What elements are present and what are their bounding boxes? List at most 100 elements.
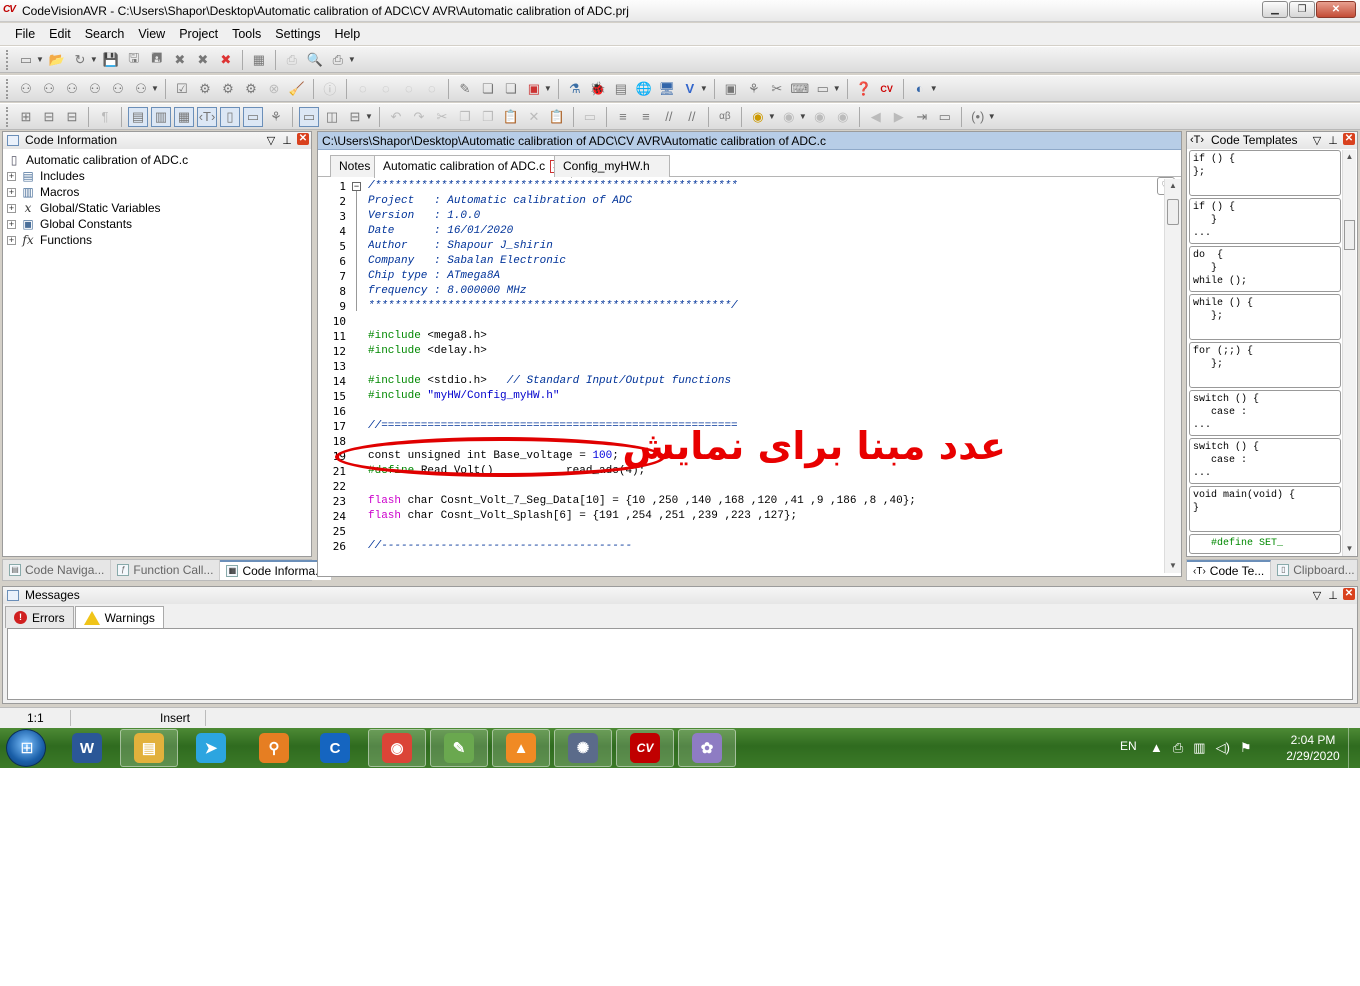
tab-main-c[interactable]: Automatic calibration of ADC.c✕ [374, 155, 573, 178]
replace-icon[interactable]: ⚇ [108, 79, 128, 99]
minimize-button[interactable]: ▁ [1262, 1, 1288, 18]
close-project-icon[interactable]: ✖ [216, 50, 236, 70]
debug3-icon[interactable]: ◌ [399, 79, 419, 99]
pilcrow-icon[interactable]: ¶ [95, 107, 115, 127]
messages-list[interactable] [7, 628, 1353, 700]
chip-icon[interactable]: ▤ [611, 79, 631, 99]
taskbar-app-telegram[interactable]: ➤ [182, 729, 240, 767]
page-setup-icon[interactable]: 🔍 [305, 50, 325, 70]
menu-project[interactable]: Project [172, 27, 225, 41]
panel-menu-icon[interactable]: ▽ [1311, 588, 1323, 605]
scroll-down-icon[interactable]: ▼ [1165, 559, 1181, 573]
tab-notes[interactable]: Notes [330, 155, 380, 177]
messages-toggle-icon[interactable]: ▭ [243, 106, 263, 127]
taskbar-app-greenshot[interactable]: ✎ [430, 729, 488, 767]
codewizard-icon[interactable]: ⚗ [565, 79, 585, 99]
clock[interactable]: 2:04 PM 2/29/2020 [1278, 732, 1348, 764]
paste-icon[interactable]: 📋 [501, 107, 521, 127]
expand-icon[interactable]: + [7, 187, 16, 197]
stop-icon[interactable]: ⊗ [264, 79, 284, 99]
new-file-icon[interactable]: ▭ [16, 50, 36, 70]
tree-item-constants[interactable]: + ▣ Global Constants [7, 216, 188, 232]
menu-tools[interactable]: Tools [225, 27, 268, 41]
tree-item-macros[interactable]: + ▥ Macros [7, 184, 188, 200]
split-vertical-icon[interactable]: ◫ [322, 107, 342, 127]
editor-scrollbar[interactable]: ▲ ▼ [1164, 179, 1181, 573]
paste-special-icon[interactable]: 📋 [547, 107, 567, 127]
tab-warnings[interactable]: Warnings [74, 606, 164, 628]
code-info-toggle-icon[interactable]: ▦ [174, 106, 194, 127]
taskbar-app-explorer[interactable]: ▤ [120, 729, 178, 767]
print-preview-icon[interactable]: ⎙ [282, 50, 302, 70]
case-icon[interactable]: αβ [715, 107, 735, 127]
save-all-icon[interactable]: 🖪 [147, 50, 167, 70]
goto-line-icon[interactable]: ▭ [935, 107, 955, 127]
nav-forward-icon[interactable]: ▶ [889, 107, 909, 127]
visual-icon[interactable]: V [680, 79, 700, 99]
template-item[interactable]: for (;;) { }; [1189, 342, 1341, 388]
clipboard-toggle-icon[interactable]: ▯ [220, 106, 240, 127]
pin-icon[interactable]: ⊥ [281, 133, 293, 150]
clean-icon[interactable]: 🧹 [287, 79, 307, 99]
save-as-icon[interactable]: 🖫 [124, 50, 144, 70]
show-desktop-button[interactable] [1348, 728, 1360, 768]
scroll-up-icon[interactable]: ▲ [1165, 179, 1181, 193]
menu-file[interactable]: File [8, 27, 42, 41]
menu-edit[interactable]: Edit [42, 27, 78, 41]
menu-view[interactable]: View [131, 27, 172, 41]
debug4-icon[interactable]: ◌ [422, 79, 442, 99]
code-nav-toggle-icon[interactable]: ▤ [128, 106, 148, 127]
menu-help[interactable]: Help [327, 27, 367, 41]
collapse-all-icon[interactable]: ⊟ [62, 107, 82, 127]
nav-back-icon[interactable]: ◀ [866, 107, 886, 127]
copy2-icon[interactable]: ❐ [478, 107, 498, 127]
notes-icon[interactable]: ✎ [455, 79, 475, 99]
panel-close-icon[interactable]: ✕ [1343, 588, 1355, 600]
monitor-icon[interactable]: 🖥 [657, 79, 677, 99]
panel-close-icon[interactable]: ✕ [297, 133, 309, 145]
taskbar-app-search-tool[interactable]: ⚲ [245, 729, 303, 767]
find-next-icon[interactable]: ⚇ [39, 79, 59, 99]
function-call-toggle-icon[interactable]: ▥ [151, 106, 171, 127]
scroll-down-icon[interactable]: ▼ [1343, 542, 1356, 556]
tab-function-call[interactable]: ƒ Function Call... [111, 560, 221, 580]
pin-icon[interactable]: ⊥ [1327, 133, 1339, 150]
goto-icon[interactable]: ⇥ [912, 107, 932, 127]
close-button[interactable]: ✕ [1316, 1, 1356, 18]
bug-icon[interactable]: 🐞 [588, 79, 608, 99]
panel-menu-icon[interactable]: ▽ [1311, 133, 1323, 150]
taskbar-app-ccleaner[interactable]: C [306, 729, 364, 767]
comment-icon[interactable]: // [659, 107, 679, 127]
template-item[interactable]: #define SET_ [1189, 534, 1341, 554]
screen-icon[interactable]: ▭ [813, 79, 833, 99]
select-all-icon[interactable]: ▭ [580, 107, 600, 127]
bookmark-prev-icon[interactable]: ◉ [810, 107, 830, 127]
tray-expand-icon[interactable]: ▲ [1150, 740, 1163, 756]
split-horizontal-icon[interactable]: ⊟ [345, 107, 365, 127]
bookmark-next-icon[interactable]: ◉ [779, 107, 799, 127]
menu-search[interactable]: Search [78, 27, 132, 41]
pin-icon[interactable]: ⊥ [1327, 588, 1339, 605]
close-all-icon[interactable]: ✖ [193, 50, 213, 70]
configure-icon[interactable]: ▣ [524, 79, 544, 99]
panel-close-icon[interactable]: ✕ [1343, 133, 1355, 145]
indent-icon[interactable]: ≡ [613, 107, 633, 127]
replace-files-icon[interactable]: ⚇ [131, 79, 151, 99]
collapse-icon[interactable]: ⊟ [39, 107, 59, 127]
tree-item-includes[interactable]: + ▤ Includes [7, 168, 188, 184]
menu-settings[interactable]: Settings [268, 27, 327, 41]
expand-icon[interactable]: ⊞ [16, 107, 36, 127]
taskbar-app-word[interactable]: W [58, 729, 116, 767]
help-icon[interactable]: ❓ [854, 79, 874, 99]
code-text-area[interactable]: /***************************************… [368, 179, 1158, 573]
language-indicator[interactable]: EN [1120, 739, 1137, 768]
template-item[interactable]: if () { } ... [1189, 198, 1341, 244]
cut-icon[interactable]: ✂ [432, 107, 452, 127]
info-icon[interactable]: ⓘ [320, 79, 340, 99]
debug-icon[interactable]: ◌ [353, 79, 373, 99]
unindent-icon[interactable]: ≡ [636, 107, 656, 127]
expand-icon[interactable]: + [7, 171, 16, 181]
reopen-icon[interactable]: ↻ [70, 50, 90, 70]
template-item[interactable]: while () { }; [1189, 294, 1341, 340]
taskbar-app-vlc[interactable]: ▲ [492, 729, 550, 767]
